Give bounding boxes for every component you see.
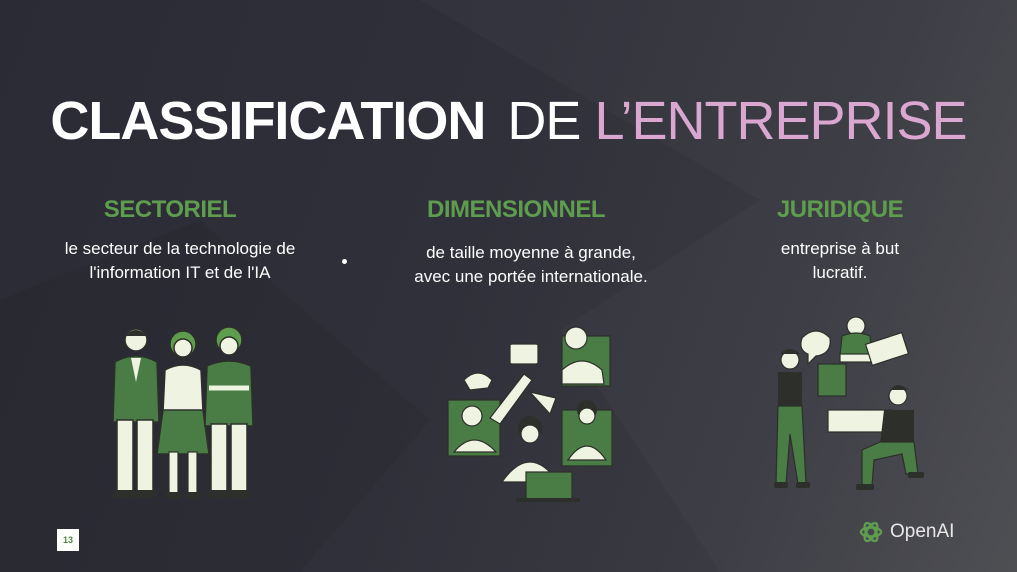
- heading-juridique: JURIDIQUE: [776, 196, 904, 223]
- text-sectoriel-line1: le secteur de la technologie de: [64, 239, 296, 258]
- text-sectoriel: le secteur de la technologie de l'inform…: [30, 237, 330, 285]
- heading-sectoriel: SECTORIEL: [103, 196, 237, 223]
- text-dimensionnel-line2: avec une portée internationale.: [414, 267, 648, 286]
- title-part-de: DE: [507, 91, 581, 151]
- openai-logo-icon: [859, 521, 883, 543]
- text-juridique-line2: lucratif.: [812, 263, 868, 282]
- collaboration-illustration: [774, 316, 924, 490]
- brand: OpenAI: [858, 519, 954, 545]
- brand-name: OpenAI: [890, 521, 955, 542]
- decorative-dot: [342, 259, 347, 264]
- heading-dimensionnel: DIMENSIONNEL: [426, 196, 606, 223]
- slide: CLASSIFICATION DE L’ENTREPRISE SECTORIEL …: [0, 0, 1017, 572]
- text-sectoriel-line2: l'information IT et de l'IA: [89, 263, 271, 282]
- page-number: 13: [57, 529, 79, 551]
- business-team-illustration: [112, 326, 254, 499]
- text-dimensionnel: de taille moyenne à grande, avec une por…: [376, 241, 686, 289]
- text-juridique: entreprise à but lucratif.: [740, 237, 940, 285]
- text-juridique-line1: entreprise à but: [780, 239, 900, 258]
- text-dimensionnel-line1: de taille moyenne à grande,: [426, 243, 636, 262]
- title-part-entreprise: L’ENTREPRISE: [594, 91, 967, 151]
- video-meeting-illustration: [447, 326, 613, 502]
- slide-title: CLASSIFICATION DE L’ENTREPRISE: [0, 90, 1017, 152]
- title-part-classification: CLASSIFICATION: [50, 91, 486, 151]
